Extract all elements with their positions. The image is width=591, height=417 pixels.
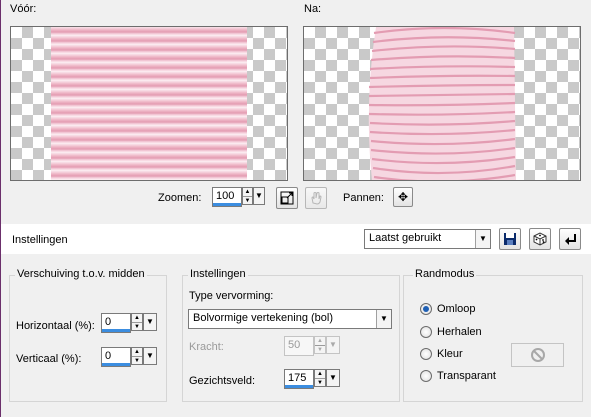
zoom-slider-bar[interactable] [213,203,241,206]
spin-up-icon[interactable]: ▲ [132,348,142,356]
save-preset-button[interactable] [499,228,521,250]
radio-omloop[interactable]: Omloop [420,303,476,315]
chevron-down-icon: ▼ [329,373,337,382]
dice-icon [533,232,547,246]
color-swatch-button[interactable] [511,343,564,367]
type-label: Type vervorming: [189,290,274,302]
chevron-down-icon[interactable]: ▼ [376,310,391,328]
distortion-type-select[interactable]: Bolvormige vertekening (bol) ▼ [188,309,392,329]
after-image [368,27,516,180]
offset-groupbox [9,275,167,402]
radio-label: Herhalen [437,326,482,338]
strength-label: Kracht: [189,341,224,353]
chevron-down-icon: ▼ [329,340,337,349]
horizontal-spinner[interactable]: ▲ ▼ [131,313,143,331]
pan-label: Pannen: [343,192,384,204]
spin-up-icon[interactable]: ▲ [132,314,142,322]
floppy-disk-icon [504,233,516,245]
hand-icon [311,192,322,205]
after-preview [303,26,581,181]
window-edge [0,0,1,417]
strength-input[interactable]: 50 [284,336,314,356]
horizontal-value: 0 [105,316,112,328]
pan-tool-button[interactable] [305,187,327,209]
offset-group-title: Verschuiving t.o.v. midden [15,268,147,281]
vertical-label: Verticaal (%): [16,353,82,365]
fov-spinner[interactable]: ▲ ▼ [314,369,326,387]
radio-label: Transparant [437,370,496,382]
reset-button[interactable] [559,228,581,250]
chevron-down-icon[interactable]: ▼ [475,230,490,248]
zoom-fit-icon [280,191,294,205]
randomize-button[interactable] [529,228,551,250]
before-label: Vóór: [10,3,37,15]
radio-button[interactable] [420,370,432,382]
vertical-dropdown-button[interactable]: ▼ [143,347,157,365]
no-color-icon [530,348,545,362]
zoom-spinner[interactable]: ▲ ▼ [242,187,253,205]
spin-up-icon[interactable]: ▲ [315,337,325,345]
radio-transparant[interactable]: Transparant [420,370,496,382]
spin-down-icon[interactable]: ▼ [315,345,325,354]
spin-down-icon[interactable]: ▼ [243,196,252,205]
fov-label: Gezichtsveld: [189,375,256,387]
horizontal-slider-bar[interactable] [102,329,130,332]
spin-down-icon[interactable]: ▼ [132,322,142,331]
radio-herhalen[interactable]: Herhalen [420,326,482,338]
zoom-fit-button[interactable] [276,187,298,209]
reset-arrow-icon [565,234,576,245]
radio-button[interactable] [420,303,432,315]
move-arrows-icon: ✥ [397,190,409,204]
strength-dropdown-button[interactable]: ▼ [326,336,340,354]
radio-kleur[interactable]: Kleur [420,348,463,360]
pan-button[interactable]: ✥ [393,187,413,207]
radio-label: Omloop [437,303,476,315]
spin-up-icon[interactable]: ▲ [243,188,252,196]
chevron-down-icon: ▼ [146,317,154,326]
vertical-spinner[interactable]: ▲ ▼ [131,347,143,365]
zoom-label: Zoomen: [158,192,202,204]
settings-label: Instellingen [12,234,68,246]
fov-value: 175 [288,372,307,384]
preset-value: Laatst gebruikt [369,232,442,244]
distortion-type-value: Bolvormige vertekening (bol) [193,312,334,324]
strength-value: 50 [288,339,301,351]
radio-label: Kleur [437,348,463,360]
chevron-down-icon: ▼ [255,191,263,200]
zoom-input[interactable]: 100 [212,187,242,207]
fov-dropdown-button[interactable]: ▼ [326,369,340,387]
fov-input[interactable]: 175 [284,369,314,389]
strength-spinner[interactable]: ▲ ▼ [314,336,326,354]
edge-mode-groupbox [403,275,583,402]
radio-button[interactable] [420,348,432,360]
zoom-value: 100 [216,190,235,202]
vertical-slider-bar[interactable] [102,363,130,366]
zoom-dropdown-button[interactable]: ▼ [253,187,265,205]
after-label: Na: [304,3,322,15]
spin-down-icon[interactable]: ▼ [315,378,325,387]
spin-up-icon[interactable]: ▲ [315,370,325,378]
spin-down-icon[interactable]: ▼ [132,356,142,365]
vertical-input[interactable]: 0 [101,347,131,367]
horizontal-label: Horizontaal (%): [16,320,95,332]
chevron-down-icon: ▼ [146,351,154,360]
before-image [51,27,247,180]
settings-group-title: Instellingen [188,268,248,281]
before-preview [10,26,288,181]
preset-select[interactable]: Laatst gebruikt ▼ [364,229,491,249]
horizontal-input[interactable]: 0 [101,313,131,333]
horizontal-dropdown-button[interactable]: ▼ [143,313,157,331]
radio-button[interactable] [420,326,432,338]
fov-slider-bar[interactable] [285,385,313,388]
edge-mode-group-title: Randmodus [413,268,477,281]
vertical-value: 0 [105,350,112,362]
